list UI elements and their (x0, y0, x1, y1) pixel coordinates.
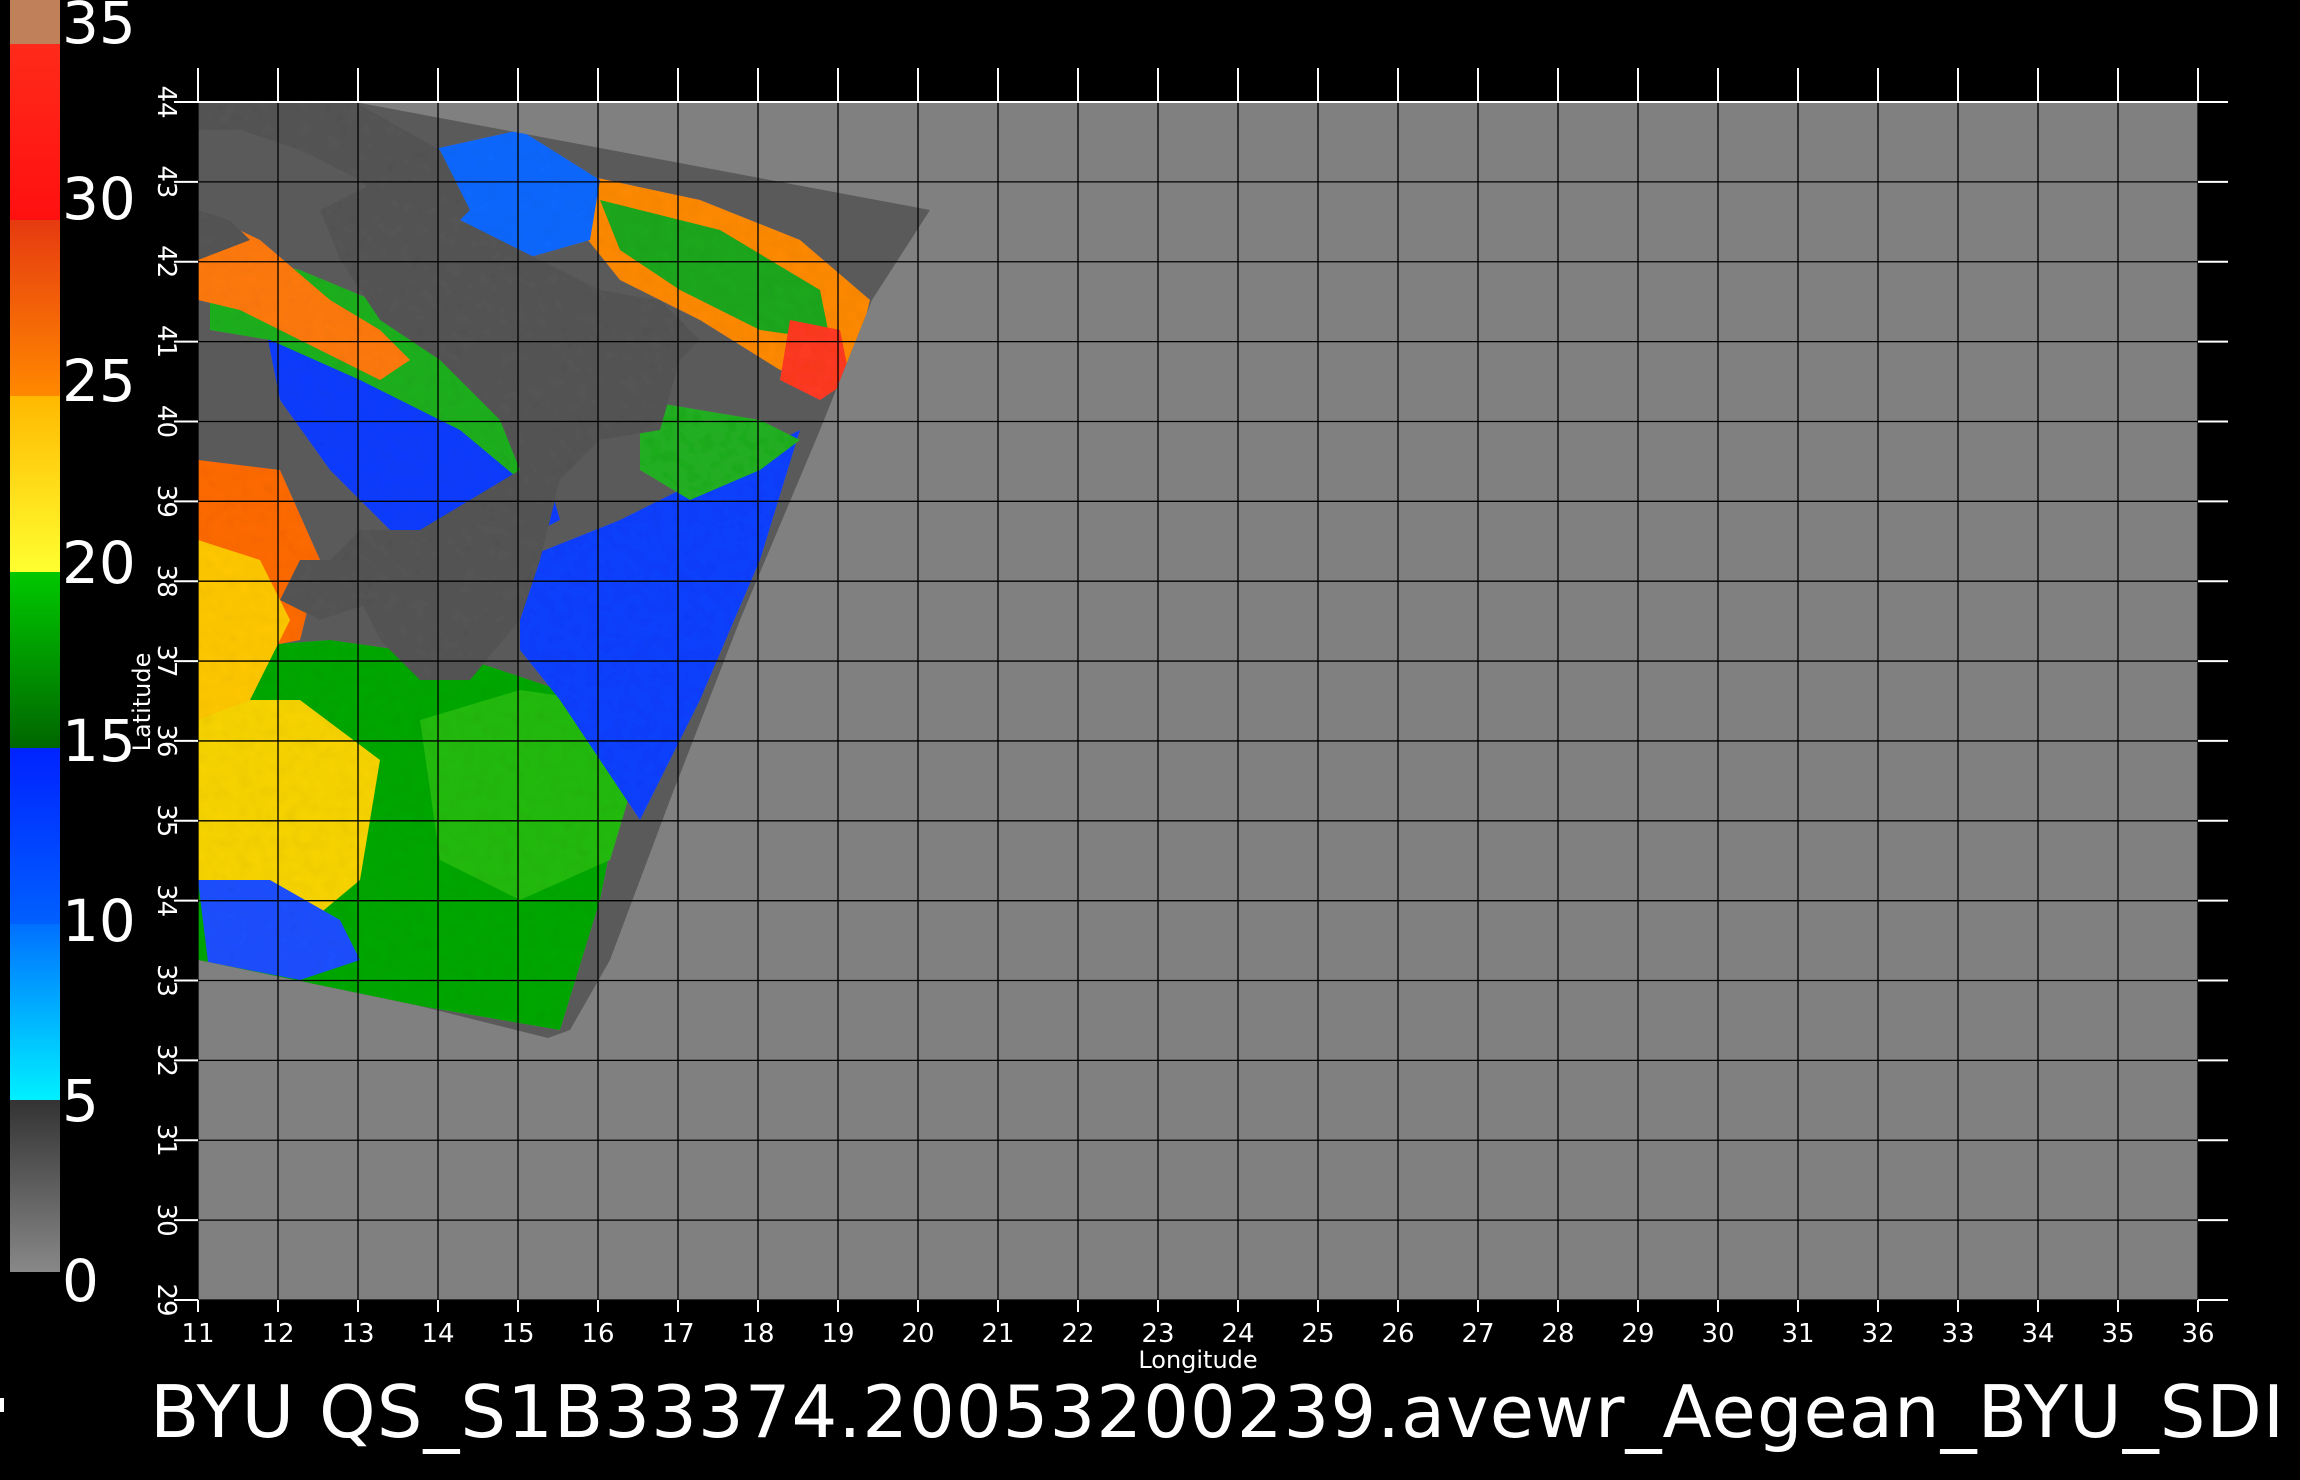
y-tick-label: 39 (151, 485, 181, 518)
x-tick-label: 13 (341, 1319, 374, 1349)
y-tick-label: 30 (151, 1204, 181, 1237)
x-tick-label: 34 (2021, 1319, 2054, 1349)
x-tick-label: 27 (1461, 1319, 1494, 1349)
y-tick-label: 35 (151, 804, 181, 837)
x-tick-label: 31 (1781, 1319, 1814, 1349)
x-tick-label: 35 (2101, 1319, 2134, 1349)
y-tick-label: 44 (151, 85, 181, 118)
x-tick-label: 18 (741, 1319, 774, 1349)
y-tick-label: 32 (151, 1044, 181, 1077)
x-tick-label: 28 (1541, 1319, 1574, 1349)
x-tick-label: 30 (1701, 1319, 1734, 1349)
x-tick-label: 29 (1621, 1319, 1654, 1349)
y-axis-title: Latitude (128, 653, 156, 752)
x-tick-label: 12 (261, 1319, 294, 1349)
y-tick-label: 42 (151, 245, 181, 278)
y-tick-label: 38 (151, 565, 181, 598)
x-tick-label: 16 (581, 1319, 614, 1349)
x-tick-label: 22 (1061, 1319, 1094, 1349)
x-tick-label: 26 (1381, 1319, 1414, 1349)
y-tick-label: 31 (151, 1124, 181, 1157)
x-tick-label: 11 (181, 1319, 214, 1349)
y-tick-label: 33 (151, 964, 181, 997)
x-tick-label: 20 (901, 1319, 934, 1349)
x-tick-label: 33 (1941, 1319, 1974, 1349)
y-tick-label: 40 (151, 405, 181, 438)
x-tick-label: 15 (501, 1319, 534, 1349)
x-tick-label: 25 (1301, 1319, 1334, 1349)
image-title: BYU QS_S1B33374.20053200239.avewr_Aegean… (150, 1370, 2286, 1454)
x-tick-label: 24 (1221, 1319, 1254, 1349)
y-tick-label: 29 (151, 1283, 181, 1316)
x-tick-label: 36 (2181, 1319, 2214, 1349)
x-tick-label: 32 (1861, 1319, 1894, 1349)
x-tick-label: 17 (661, 1319, 694, 1349)
x-tick-label: 23 (1141, 1319, 1174, 1349)
x-tick-label: 21 (981, 1319, 1014, 1349)
y-tick-label: 41 (151, 325, 181, 358)
edge-marker (0, 1398, 4, 1412)
y-tick-label: 34 (151, 884, 181, 917)
x-tick-label: 19 (821, 1319, 854, 1349)
map-plot: 11 12 13 14 15 16 17 18 19 20 21 22 23 24 25 26 27 28 29 30… (128, 68, 2228, 1374)
x-tick-label: 14 (421, 1319, 454, 1349)
y-tick-label: 43 (151, 165, 181, 198)
